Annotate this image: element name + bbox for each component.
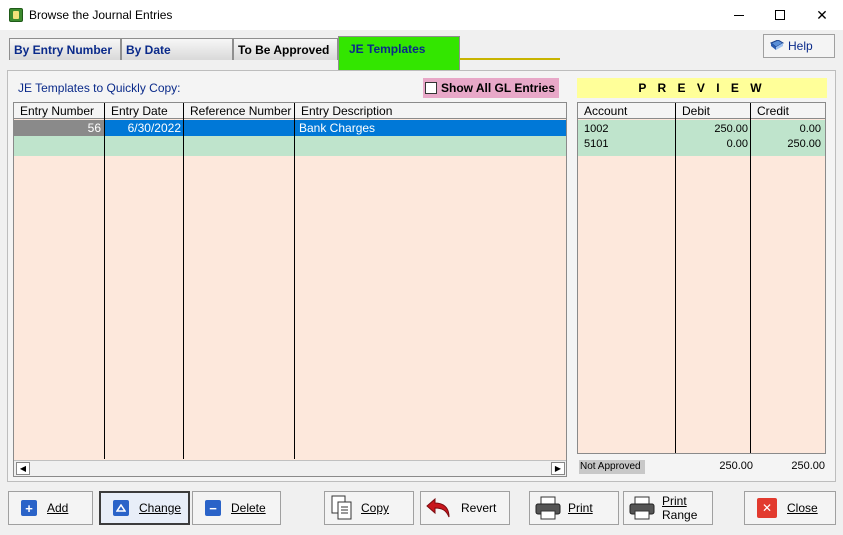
add-label: Add bbox=[47, 501, 69, 515]
tab-by-date[interactable]: By Date bbox=[121, 38, 233, 60]
close-window-button[interactable]: ✕ bbox=[799, 0, 843, 30]
show-all-label: Show All GL Entries bbox=[441, 81, 556, 95]
preview-debit-cell: 250.00 bbox=[714, 123, 748, 135]
close-button[interactable]: ✕ Close bbox=[744, 491, 836, 525]
column-entry-description[interactable]: Entry Description bbox=[295, 103, 566, 119]
templates-label: JE Templates to Quickly Copy: bbox=[18, 81, 181, 95]
minimize-button[interactable] bbox=[716, 0, 762, 30]
preview-debit-cell: 0.00 bbox=[726, 138, 748, 150]
change-label: Change bbox=[139, 501, 182, 515]
reference-number-cell bbox=[184, 120, 295, 136]
total-credit: 250.00 bbox=[791, 460, 825, 472]
preview-credit-cell: 250.00 bbox=[787, 138, 821, 150]
preview-account-cell: 1002 bbox=[584, 123, 609, 135]
table-row[interactable]: 56 6/30/2022 Bank Charges bbox=[14, 120, 566, 136]
scroll-right-icon[interactable]: ▶ bbox=[551, 462, 565, 475]
printer-icon bbox=[628, 496, 656, 520]
printer-icon bbox=[534, 496, 562, 520]
tab-underline bbox=[460, 58, 560, 60]
preview-grid: Account Debit Credit 1002 250.00 0.00 51… bbox=[577, 102, 826, 454]
column-entry-number[interactable]: Entry Number bbox=[14, 103, 105, 119]
add-button[interactable]: + Add bbox=[8, 491, 93, 525]
print-label: Print bbox=[568, 501, 593, 515]
delete-label: Delete bbox=[231, 501, 266, 515]
preview-credit-cell: 0.00 bbox=[799, 123, 821, 135]
help-button[interactable]: Help bbox=[763, 34, 835, 58]
help-book-icon bbox=[770, 39, 784, 52]
column-account: Account bbox=[578, 103, 676, 119]
show-all-gl-entries-checkbox[interactable]: Show All GL Entries bbox=[423, 78, 559, 98]
scroll-left-icon[interactable]: ◀ bbox=[16, 462, 30, 475]
entry-number-cell: 56 bbox=[14, 120, 105, 136]
column-divider bbox=[104, 103, 105, 459]
app-icon bbox=[9, 8, 23, 22]
title-bar: Browse the Journal Entries ✕ bbox=[0, 0, 843, 30]
undo-arrow-icon bbox=[425, 495, 453, 521]
window-title: Browse the Journal Entries bbox=[29, 8, 173, 22]
column-divider bbox=[294, 103, 295, 459]
horizontal-scrollbar[interactable]: ◀ ▶ bbox=[14, 460, 566, 476]
column-divider bbox=[675, 103, 676, 453]
close-x-icon: ✕ bbox=[757, 498, 777, 518]
maximize-icon bbox=[775, 10, 785, 20]
plus-icon: + bbox=[21, 500, 37, 516]
maximize-button[interactable] bbox=[757, 0, 803, 30]
copy-documents-icon bbox=[331, 495, 353, 521]
table-row-empty[interactable] bbox=[14, 136, 566, 156]
templates-grid[interactable]: Entry Number Entry Date Reference Number… bbox=[13, 102, 567, 477]
preview-rows: 1002 250.00 0.00 5101 0.00 250.00 bbox=[578, 120, 825, 156]
column-entry-date[interactable]: Entry Date bbox=[105, 103, 184, 119]
column-divider bbox=[183, 103, 184, 459]
copy-button[interactable]: Copy bbox=[324, 491, 414, 525]
tab-to-be-approved[interactable]: To Be Approved bbox=[233, 38, 338, 60]
change-button[interactable]: Change bbox=[99, 491, 190, 525]
column-reference-number[interactable]: Reference Number bbox=[184, 103, 295, 119]
preview-account-cell: 5101 bbox=[584, 138, 609, 150]
print-range-line-2: Range bbox=[662, 508, 698, 522]
grid-header: Entry Number Entry Date Reference Number… bbox=[14, 103, 566, 119]
print-range-line-1: Print bbox=[662, 494, 687, 508]
close-label: Close bbox=[787, 501, 818, 515]
minus-icon: − bbox=[205, 500, 221, 516]
column-debit: Debit bbox=[676, 103, 751, 119]
revert-label: Revert bbox=[461, 501, 497, 515]
status-badge: Not Approved bbox=[579, 460, 645, 474]
print-range-button[interactable]: Print Range bbox=[623, 491, 713, 525]
total-debit: 250.00 bbox=[719, 460, 753, 472]
triangle-up-icon bbox=[113, 500, 129, 516]
preview-header: Account Debit Credit bbox=[578, 103, 825, 119]
entry-date-cell: 6/30/2022 bbox=[127, 121, 181, 135]
print-range-label: Print Range bbox=[662, 494, 697, 522]
preview-footer: Not Approved 250.00 250.00 bbox=[577, 456, 827, 478]
preview-title: P R E V I E W bbox=[577, 78, 827, 98]
checkbox-icon[interactable] bbox=[425, 82, 437, 94]
tab-by-entry-number[interactable]: By Entry Number bbox=[9, 38, 121, 60]
column-credit: Credit bbox=[757, 104, 790, 118]
column-divider bbox=[750, 103, 751, 453]
tab-je-templates[interactable]: JE Templates bbox=[338, 36, 460, 70]
description-cell: Bank Charges bbox=[299, 121, 376, 135]
print-button[interactable]: Print bbox=[529, 491, 619, 525]
close-icon: ✕ bbox=[816, 6, 828, 23]
copy-label: Copy bbox=[361, 501, 390, 515]
help-label: Help bbox=[788, 39, 813, 53]
revert-button[interactable]: Revert bbox=[420, 491, 510, 525]
minimize-icon bbox=[734, 14, 744, 16]
delete-button[interactable]: − Delete bbox=[192, 491, 281, 525]
